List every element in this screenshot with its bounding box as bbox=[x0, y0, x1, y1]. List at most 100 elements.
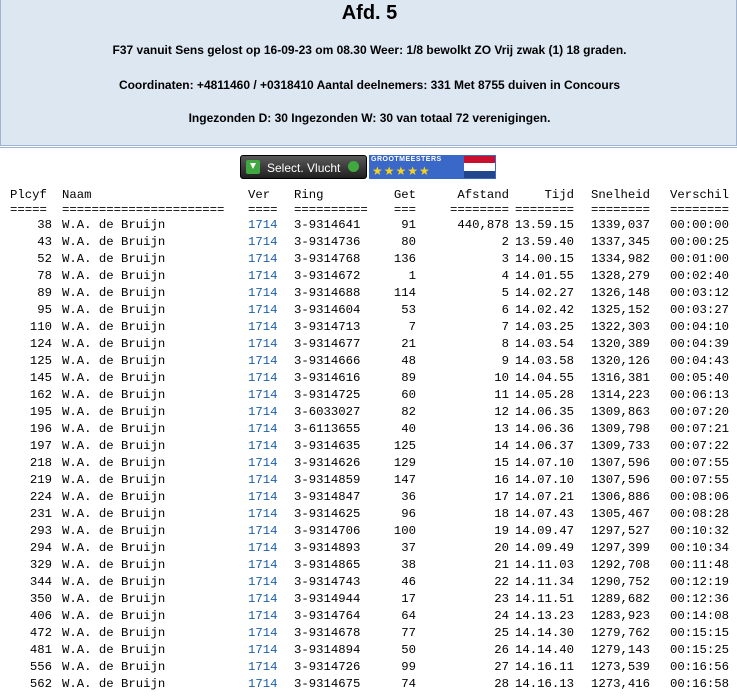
cell-verschil: 00:15:15 bbox=[669, 626, 729, 640]
cell-plcyf: 219 bbox=[29, 473, 52, 487]
separator: ====================== bbox=[62, 203, 225, 217]
cell-verschil: 00:12:36 bbox=[669, 592, 729, 606]
cell-ver[interactable]: 1714 bbox=[248, 541, 294, 558]
cell-ver[interactable]: 1714 bbox=[248, 303, 294, 320]
cell-verschil: 00:14:08 bbox=[669, 609, 729, 623]
cell-plcyf: 78 bbox=[37, 269, 52, 283]
cell-ring: 3-9314626 bbox=[294, 456, 361, 470]
cell-verschil: 00:03:12 bbox=[669, 286, 729, 300]
cell-ver[interactable]: 1714 bbox=[248, 456, 294, 473]
cell-naam: W.A. de Bruijn bbox=[62, 643, 166, 657]
cell-ver[interactable]: 1714 bbox=[248, 286, 294, 303]
cell-plcyf: 197 bbox=[29, 439, 52, 453]
cell-plcyf: 145 bbox=[29, 371, 52, 385]
cell-afstand: 17 bbox=[494, 490, 509, 504]
cell-naam: W.A. de Bruijn bbox=[62, 677, 166, 691]
cell-snelheid: 1320,389 bbox=[590, 337, 650, 351]
cell-afstand: 4 bbox=[501, 269, 509, 283]
cell-ver[interactable]: 1714 bbox=[248, 235, 294, 252]
cell-tijd: 14.04.55 bbox=[514, 371, 574, 385]
cell-ver[interactable]: 1714 bbox=[248, 575, 294, 592]
select-flight-label: Select. Vlucht bbox=[267, 161, 341, 175]
cell-ver[interactable]: 1714 bbox=[248, 269, 294, 286]
cell-tijd: 13.59.40 bbox=[514, 235, 574, 249]
cell-afstand: 16 bbox=[494, 473, 509, 487]
cell-afstand: 24 bbox=[494, 609, 509, 623]
table-row: 481 W.A. de Bruijn 1714 3-9314894 50 26 14.14.… bbox=[0, 643, 729, 660]
cell-ver[interactable]: 1714 bbox=[248, 677, 294, 694]
table-row: 294 W.A. de Bruijn 1714 3-9314893 37 20 14.09.… bbox=[0, 541, 729, 558]
select-flight-button[interactable]: Select. Vlucht bbox=[240, 155, 367, 179]
cell-ver[interactable]: 1714 bbox=[248, 337, 294, 354]
table-row: 196 W.A. de Bruijn 1714 3-6113655 40 13 14.06.… bbox=[0, 422, 729, 439]
cell-afstand: 15 bbox=[494, 456, 509, 470]
cell-ring: 3-9314672 bbox=[294, 269, 361, 283]
cell-ver[interactable]: 1714 bbox=[248, 507, 294, 524]
cell-ver[interactable]: 1714 bbox=[248, 592, 294, 609]
cell-tijd: 14.07.21 bbox=[514, 490, 574, 504]
cell-ver[interactable]: 1714 bbox=[248, 388, 294, 405]
cell-ver[interactable]: 1714 bbox=[248, 524, 294, 541]
cell-ring: 3-9314713 bbox=[294, 320, 361, 334]
cell-ver[interactable]: 1714 bbox=[248, 626, 294, 643]
cell-naam: W.A. de Bruijn bbox=[62, 388, 166, 402]
cell-tijd: 14.16.11 bbox=[514, 660, 574, 674]
race-header: Afd. 5 F37 vanuit Sens gelost op 16-09-2… bbox=[0, 0, 737, 146]
cell-naam: W.A. de Bruijn bbox=[62, 252, 166, 266]
cell-get: 147 bbox=[393, 473, 416, 487]
grootmeesters-badge[interactable]: GROOTMEESTERS ★★★★★ bbox=[369, 155, 496, 179]
separator: ======== bbox=[449, 203, 509, 217]
stars-icon: ★★★★★ bbox=[372, 164, 431, 178]
separator-row: ===== ====================== ==== ======… bbox=[0, 203, 729, 218]
cell-ring: 3-9314688 bbox=[294, 286, 361, 300]
cell-tijd: 14.11.03 bbox=[514, 558, 574, 572]
cell-snelheid: 1309,863 bbox=[590, 405, 650, 419]
table-row: 219 W.A. de Bruijn 1714 3-9314859 147 16 14.07… bbox=[0, 473, 729, 490]
cell-ver[interactable]: 1714 bbox=[248, 252, 294, 269]
cell-ver[interactable]: 1714 bbox=[248, 473, 294, 490]
cell-ver[interactable]: 1714 bbox=[248, 320, 294, 337]
cell-ver[interactable]: 1714 bbox=[248, 422, 294, 439]
cell-verschil: 00:00:25 bbox=[669, 235, 729, 249]
cell-snelheid: 1316,381 bbox=[590, 371, 650, 385]
separator: ======== bbox=[590, 203, 650, 217]
cell-ver[interactable]: 1714 bbox=[248, 558, 294, 575]
cell-plcyf: 224 bbox=[29, 490, 52, 504]
cell-ver[interactable]: 1714 bbox=[248, 354, 294, 371]
cell-plcyf: 125 bbox=[29, 354, 52, 368]
cell-tijd: 14.16.13 bbox=[514, 677, 574, 691]
cell-ring: 3-6033027 bbox=[294, 405, 361, 419]
cell-ver[interactable]: 1714 bbox=[248, 660, 294, 677]
cell-ver[interactable]: 1714 bbox=[248, 609, 294, 626]
cell-ver[interactable]: 1714 bbox=[248, 218, 294, 235]
cell-afstand: 18 bbox=[494, 507, 509, 521]
cell-naam: W.A. de Bruijn bbox=[62, 541, 166, 555]
cell-ver[interactable]: 1714 bbox=[248, 643, 294, 660]
cell-ver[interactable]: 1714 bbox=[248, 405, 294, 422]
cell-afstand: 19 bbox=[494, 524, 509, 538]
cell-plcyf: 556 bbox=[29, 660, 52, 674]
cell-get: 37 bbox=[401, 541, 416, 555]
cell-afstand: 21 bbox=[494, 558, 509, 572]
cell-ver[interactable]: 1714 bbox=[248, 439, 294, 456]
cell-get: 50 bbox=[401, 643, 416, 657]
cell-verschil: 00:11:48 bbox=[669, 558, 729, 572]
arrow-right-icon bbox=[348, 161, 359, 172]
cell-snelheid: 1320,126 bbox=[590, 354, 650, 368]
cell-ring: 3-9314726 bbox=[294, 660, 361, 674]
cell-get: 38 bbox=[401, 558, 416, 572]
cell-get: 60 bbox=[401, 388, 416, 402]
cell-plcyf: 218 bbox=[29, 456, 52, 470]
cell-ver[interactable]: 1714 bbox=[248, 490, 294, 507]
cell-afstand: 12 bbox=[494, 405, 509, 419]
cell-tijd: 14.13.23 bbox=[514, 609, 574, 623]
cell-afstand: 2 bbox=[501, 235, 509, 249]
cell-verschil: 00:02:40 bbox=[669, 269, 729, 283]
cell-snelheid: 1309,733 bbox=[590, 439, 650, 453]
cell-get: 7 bbox=[408, 320, 416, 334]
cell-ver[interactable]: 1714 bbox=[248, 371, 294, 388]
cell-snelheid: 1309,798 bbox=[590, 422, 650, 436]
table-row: 224 W.A. de Bruijn 1714 3-9314847 36 17 14.07.… bbox=[0, 490, 729, 507]
cell-afstand: 7 bbox=[501, 320, 509, 334]
cell-plcyf: 196 bbox=[29, 422, 52, 436]
